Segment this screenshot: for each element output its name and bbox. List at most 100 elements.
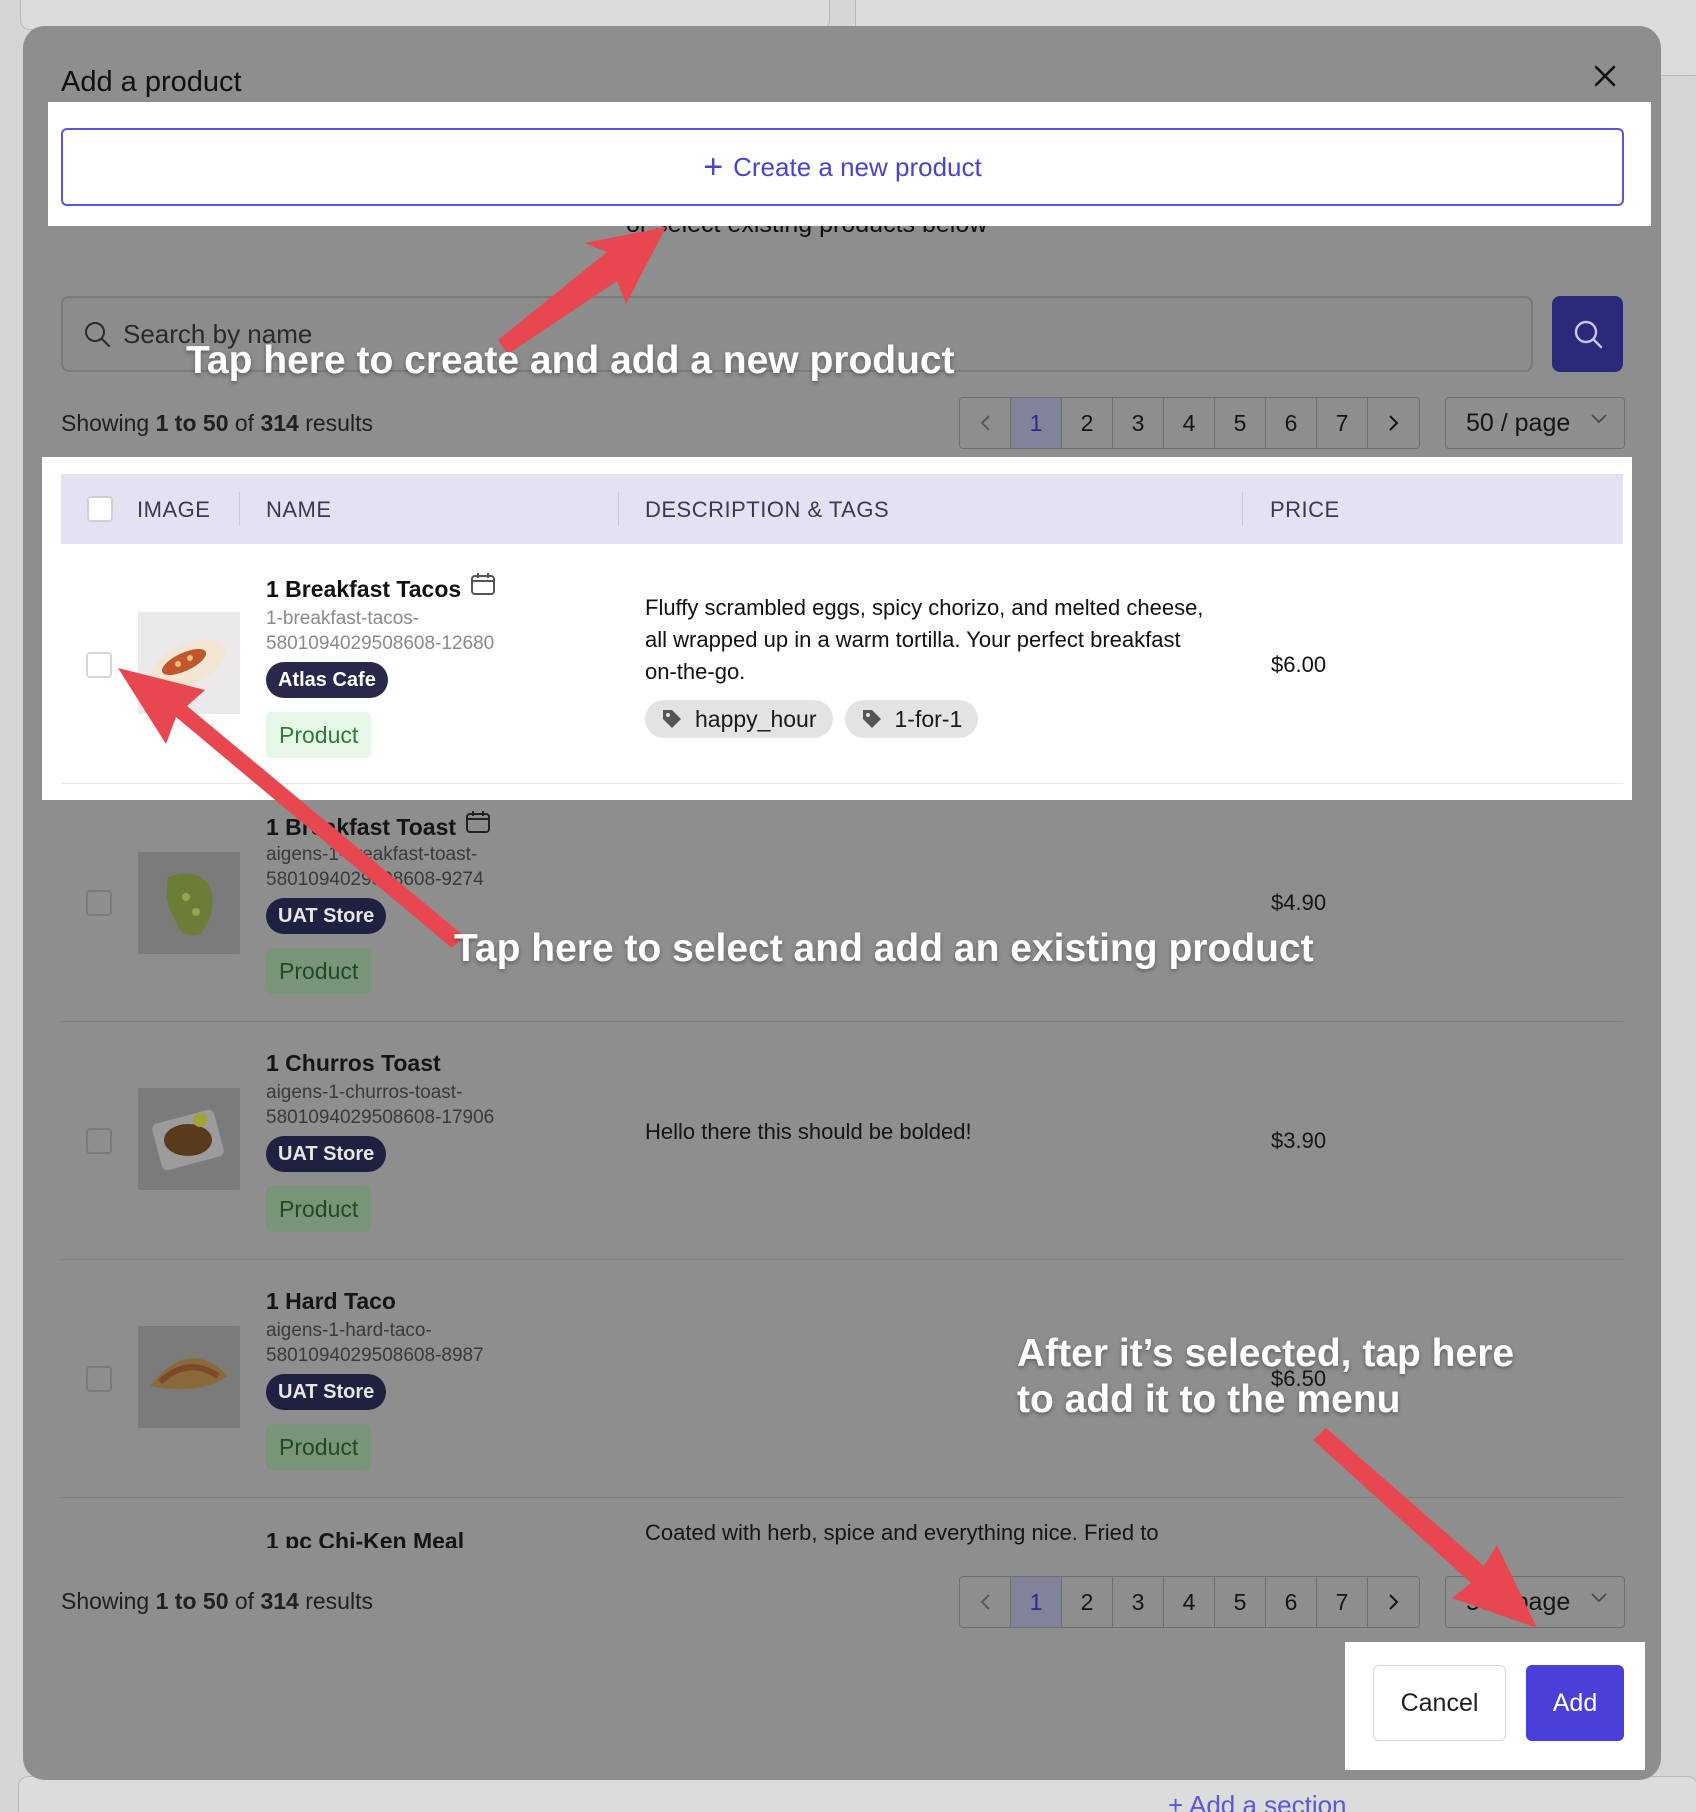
product-slug: aigens-1-hard-taco-5801094029508608-8987: [266, 1320, 484, 1366]
table-row[interactable]: 1 Breakfast Toast aigens-1-breakfast-toa…: [61, 784, 1623, 1022]
close-icon: [1594, 65, 1616, 87]
summary-total: 314: [260, 1588, 299, 1614]
page-size-label: 50 / page: [1466, 1587, 1571, 1616]
page-button[interactable]: 2: [1062, 398, 1113, 448]
add-button[interactable]: Add: [1526, 1665, 1624, 1741]
product-name: 1 Breakfast Toast: [266, 814, 457, 840]
page-button[interactable]: 5: [1215, 398, 1266, 448]
table-row[interactable]: 1 Breakfast Tacos 1-breakfast-tacos-5801…: [61, 544, 1623, 784]
summary-of: of: [234, 1588, 255, 1614]
product-description: Hello there this should be bolded!: [645, 1119, 972, 1144]
product-description: Coated with herb, spice and everything n…: [645, 1520, 1159, 1545]
table-row[interactable]: 1 Churros Toast aigens-1-churros-toast-5…: [61, 1022, 1623, 1260]
row-checkbox[interactable]: [86, 890, 112, 916]
product-type-badge: Product: [266, 712, 372, 758]
page-size-label: 50 / page: [1466, 408, 1571, 437]
page-button[interactable]: 4: [1164, 1577, 1215, 1627]
product-slug: 1-breakfast-tacos-5801094029508608-12680: [266, 608, 495, 654]
tag-label: happy_hour: [695, 705, 817, 732]
product-price: $3.90: [1271, 1128, 1327, 1153]
callout-add-line1: After it’s selected, tap here: [1017, 1332, 1515, 1375]
summary-range: 1 to 50: [155, 410, 229, 436]
page-button[interactable]: 5: [1215, 1577, 1266, 1627]
callout-create: Tap here to create and add a new product: [186, 339, 955, 382]
tag-icon: [862, 710, 881, 728]
background-card: [18, 1776, 1696, 1812]
modal-title: Add a product: [61, 66, 242, 98]
header-name: NAME: [266, 497, 332, 522]
page-size-select[interactable]: 50 / page: [1445, 1576, 1625, 1628]
product-name: 1 pc Chi-Ken Meal: [266, 1528, 465, 1548]
summary-total: 314: [260, 410, 299, 436]
tag-icon: [663, 710, 681, 728]
store-badge: Atlas Cafe: [266, 662, 388, 698]
row-checkbox[interactable]: [86, 1366, 112, 1392]
product-image: [138, 612, 240, 714]
product-type-badge: Product: [266, 1186, 372, 1232]
create-product-button[interactable]: + Create a new product: [61, 128, 1624, 206]
page-button[interactable]: 2: [1062, 1577, 1113, 1627]
select-all-checkbox[interactable]: [87, 496, 113, 522]
results-summary-bottom: Showing 1 to 50 of 314 results: [61, 1588, 373, 1615]
calendar-icon[interactable]: [465, 810, 491, 834]
product-name: 1 Breakfast Tacos: [266, 576, 462, 602]
product-name: 1 Hard Taco: [266, 1288, 396, 1314]
cancel-button[interactable]: Cancel: [1373, 1665, 1506, 1741]
summary-suffix: results: [305, 1588, 373, 1614]
page-button[interactable]: 7: [1317, 1577, 1368, 1627]
page-button[interactable]: 7: [1317, 398, 1368, 448]
summary-of: of: [234, 410, 255, 436]
product-image: [138, 852, 240, 954]
page-button[interactable]: 4: [1164, 398, 1215, 448]
row-checkbox[interactable]: [86, 1128, 112, 1154]
header-divider: [618, 492, 619, 526]
product-slug: aigens-1-churros-toast-5801094029508608-…: [266, 1082, 495, 1128]
next-page-button[interactable]: [1368, 398, 1419, 448]
product-type-badge: Product: [266, 1424, 372, 1470]
product-slug: aigens-1-breakfast-toast-580109402950860…: [266, 844, 484, 890]
chevron-down-icon: [1591, 414, 1607, 424]
prev-page-button[interactable]: [960, 398, 1011, 448]
table-row[interactable]: 1 pc Chi-Ken Meal Coated with herb, spic…: [61, 1498, 1623, 1548]
page-button[interactable]: 6: [1266, 1577, 1317, 1627]
calendar-icon[interactable]: [470, 572, 496, 596]
page-button[interactable]: 1: [1011, 1577, 1062, 1627]
create-product-label: Create a new product: [733, 151, 982, 182]
store-badge: UAT Store: [266, 898, 387, 934]
product-type-badge: Product: [266, 948, 372, 994]
search-button[interactable]: [1552, 296, 1623, 372]
pagination-bottom: 1 2 3 4 5 6 7: [959, 1576, 1420, 1628]
page-button[interactable]: 6: [1266, 398, 1317, 448]
chevron-left-icon: [980, 1594, 990, 1610]
product-image: [138, 1088, 240, 1190]
plus-icon: +: [703, 148, 724, 186]
summary-range: 1 to 50: [155, 1588, 229, 1614]
row-checkbox[interactable]: [86, 652, 112, 678]
store-badge: UAT Store: [266, 1374, 387, 1410]
page-button[interactable]: 1: [1011, 398, 1062, 448]
header-price: PRICE: [1270, 497, 1340, 522]
next-page-button[interactable]: [1368, 1577, 1419, 1627]
product-price: $4.90: [1271, 890, 1327, 915]
search-icon: [85, 322, 110, 347]
product-price: $6.00: [1271, 652, 1327, 677]
header-divider: [1242, 492, 1243, 526]
product-name: 1 Churros Toast: [266, 1050, 441, 1076]
pagination-top: 1 2 3 4 5 6 7: [959, 397, 1420, 449]
page-button[interactable]: 3: [1113, 398, 1164, 448]
page-size-select[interactable]: 50 / page: [1445, 397, 1625, 449]
chevron-right-icon: [1388, 415, 1398, 431]
page-button[interactable]: 3: [1113, 1577, 1164, 1627]
add-section-link[interactable]: + Add a section: [1168, 1790, 1347, 1812]
summary-suffix: results: [305, 410, 373, 436]
tag-chip: 1-for-1: [844, 700, 979, 738]
header-description: DESCRIPTION & TAGS: [645, 497, 890, 522]
header-divider: [239, 492, 240, 526]
close-button[interactable]: [1585, 56, 1625, 96]
tag-label: 1-for-1: [894, 705, 963, 732]
summary-prefix: Showing: [61, 410, 150, 436]
prev-page-button[interactable]: [960, 1577, 1011, 1627]
store-badge: UAT Store: [266, 1136, 387, 1172]
tag-list: happy_hour 1-for-1: [645, 700, 979, 738]
chevron-left-icon: [980, 415, 990, 431]
